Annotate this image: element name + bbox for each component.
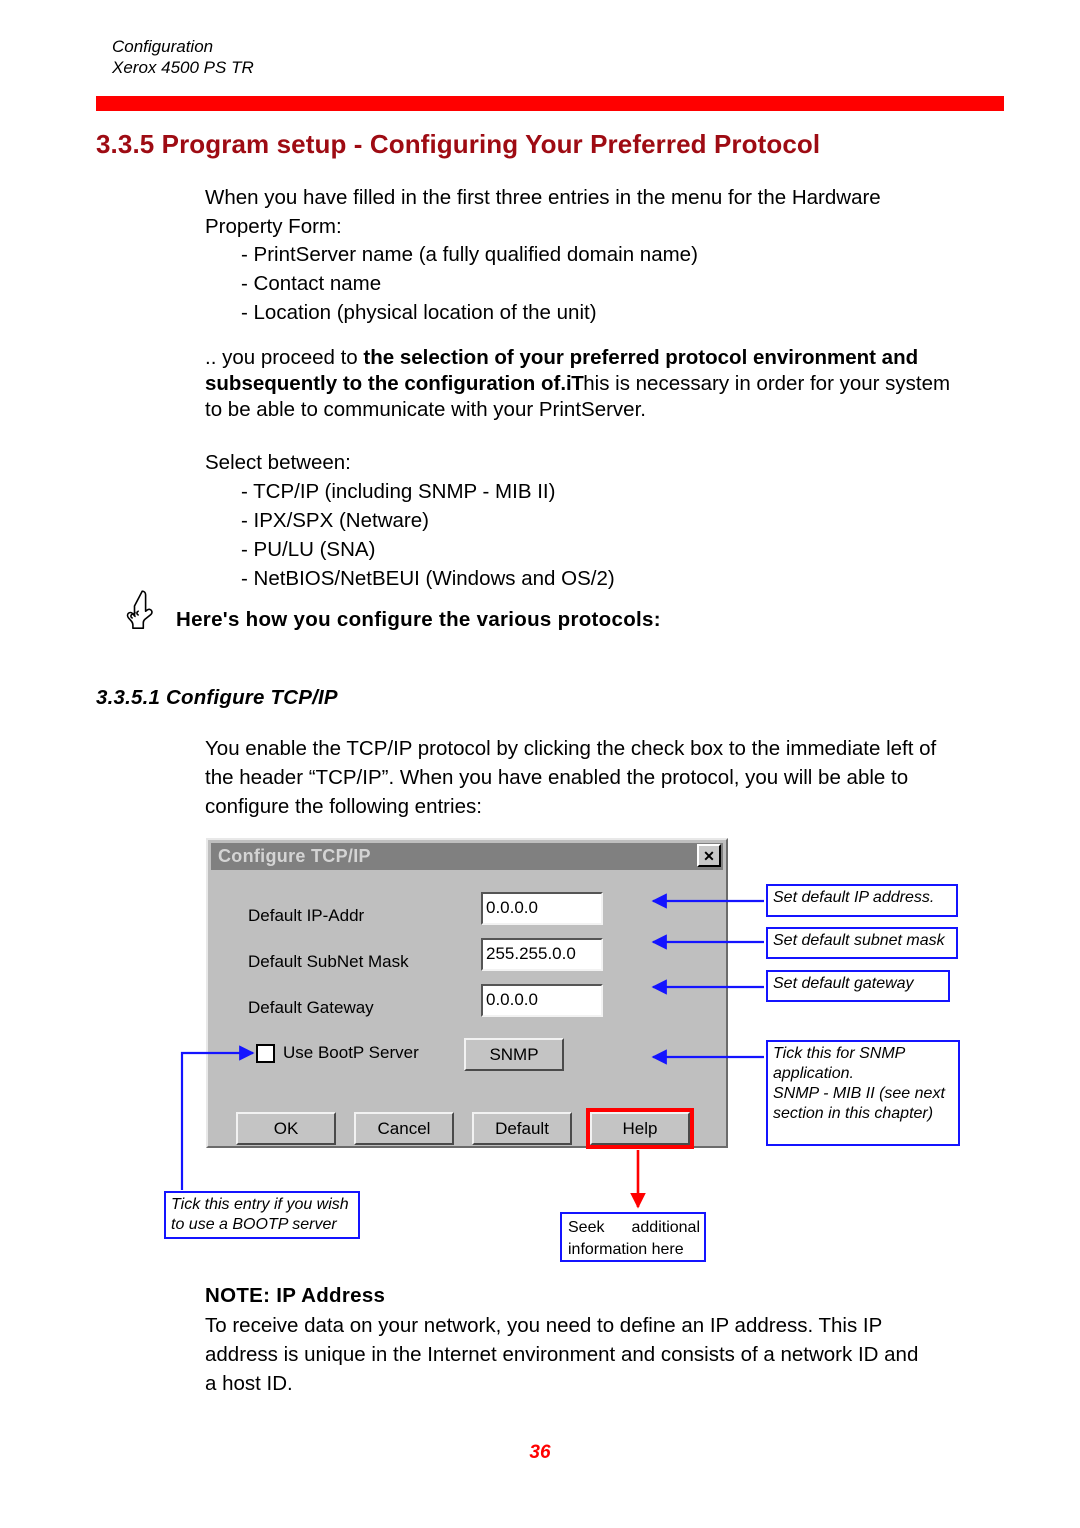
proceed-lead: .. you proceed to [205, 346, 364, 369]
howto-configure-label: Here's how you configure the various pro… [176, 608, 661, 631]
list-item: - TCP/IP (including SNMP - MIB II) [241, 480, 556, 503]
select-between-label: Select between: [205, 451, 351, 474]
callout-set-default-gateway: Set default gateway [766, 970, 950, 1002]
list-item: - Contact name [241, 272, 382, 295]
proceed-paragraph: .. you proceed to the selection of your … [205, 345, 961, 423]
callout-snmp-line2: application. [773, 1065, 854, 1082]
callout-seek-line2: information here [568, 1241, 684, 1258]
page-number: 36 [529, 1442, 551, 1463]
field-label-default-gateway: Default Gateway [248, 998, 374, 1017]
callout-bootp-line1: Tick this entry if you wish [171, 1196, 349, 1213]
configure-tcpip-dialog: Configure TCP/IP ✕ Default IP-Addr 0.0.0… [206, 838, 728, 1149]
use-bootp-label: Use BootP Server [283, 1043, 419, 1062]
help-button-highlight [586, 1108, 694, 1149]
pointing-hand-icon [124, 588, 158, 632]
protocol-list: - TCP/IP (including SNMP - MIB II) - IPX… [205, 477, 805, 593]
field-row-default-subnet: Default SubNet Mask 255.255.0.0 [248, 938, 698, 978]
running-header-line2: Xerox 4500 PS TR [112, 58, 254, 77]
running-header-line1: Configuration [112, 37, 214, 56]
intro-list: - PrintServer name (a fully qualified do… [205, 240, 935, 327]
field-row-default-ip: Default IP-Addr 0.0.0.0 [248, 892, 698, 932]
note-body: To receive data on your network, you nee… [205, 1314, 919, 1395]
callout-seek-line1: Seek additional [568, 1219, 700, 1236]
callout-bootp-line2: to use a BOOTP server [171, 1216, 337, 1233]
list-item: - IPX/SPX (Netware) [241, 509, 429, 532]
running-header: Configuration Xerox 4500 PS TR [112, 36, 254, 78]
field-row-default-gateway: Default Gateway 0.0.0.0 [248, 984, 698, 1024]
field-label-default-subnet: Default SubNet Mask [248, 952, 409, 971]
default-subnet-input[interactable]: 255.255.0.0 [481, 938, 603, 971]
use-bootp-row[interactable]: Use BootP Server [256, 1043, 419, 1063]
ok-button[interactable]: OK [236, 1112, 336, 1145]
field-label-default-ip: Default IP-Addr [248, 906, 365, 925]
use-bootp-checkbox[interactable] [256, 1043, 275, 1063]
cancel-button[interactable]: Cancel [354, 1112, 454, 1145]
callout-snmp-line1: Tick this for SNMP [773, 1045, 906, 1062]
default-gateway-input[interactable]: 0.0.0.0 [481, 984, 603, 1017]
callout-seek-info: Seek additional information here [560, 1212, 706, 1262]
default-ip-input[interactable]: 0.0.0.0 [481, 892, 603, 925]
list-item: - Location (physical location of the uni… [241, 301, 597, 324]
callout-snmp: Tick this for SNMP application. SNMP - M… [766, 1040, 960, 1146]
dialog-titlebar: Configure TCP/IP ✕ [211, 843, 723, 870]
dialog-title: Configure TCP/IP [218, 846, 371, 866]
callout-set-default-subnet: Set default subnet mask [766, 927, 958, 959]
close-icon[interactable]: ✕ [697, 844, 721, 867]
list-item: - PrintServer name (a fully qualified do… [241, 243, 698, 266]
list-item: - NetBIOS/NetBEUI (Windows and OS/2) [241, 567, 615, 590]
callout-snmp-line3: SNMP - MIB II (see next [773, 1085, 945, 1102]
subsection-title: 3.3.5.1 Configure TCP/IP [96, 686, 338, 709]
callout-set-default-ip: Set default IP address. [766, 884, 958, 917]
note-heading: NOTE: IP Address [205, 1284, 386, 1307]
callout-snmp-line4: section in this chapter) [773, 1105, 934, 1122]
callout-bootp: Tick this entry if you wish to use a BOO… [164, 1191, 360, 1239]
red-divider-rule [96, 96, 1004, 111]
snmp-button[interactable]: SNMP [464, 1038, 564, 1071]
intro-paragraph: When you have filled in the first three … [205, 186, 881, 238]
proceed-bold-tail: iT [566, 372, 584, 395]
list-item: - PU/LU (SNA) [241, 538, 376, 561]
default-button[interactable]: Default [472, 1112, 572, 1145]
enable-protocol-paragraph: You enable the TCP/IP protocol by clicki… [205, 737, 937, 818]
page-title: 3.3.5 Program setup - Configuring Your P… [96, 129, 821, 159]
